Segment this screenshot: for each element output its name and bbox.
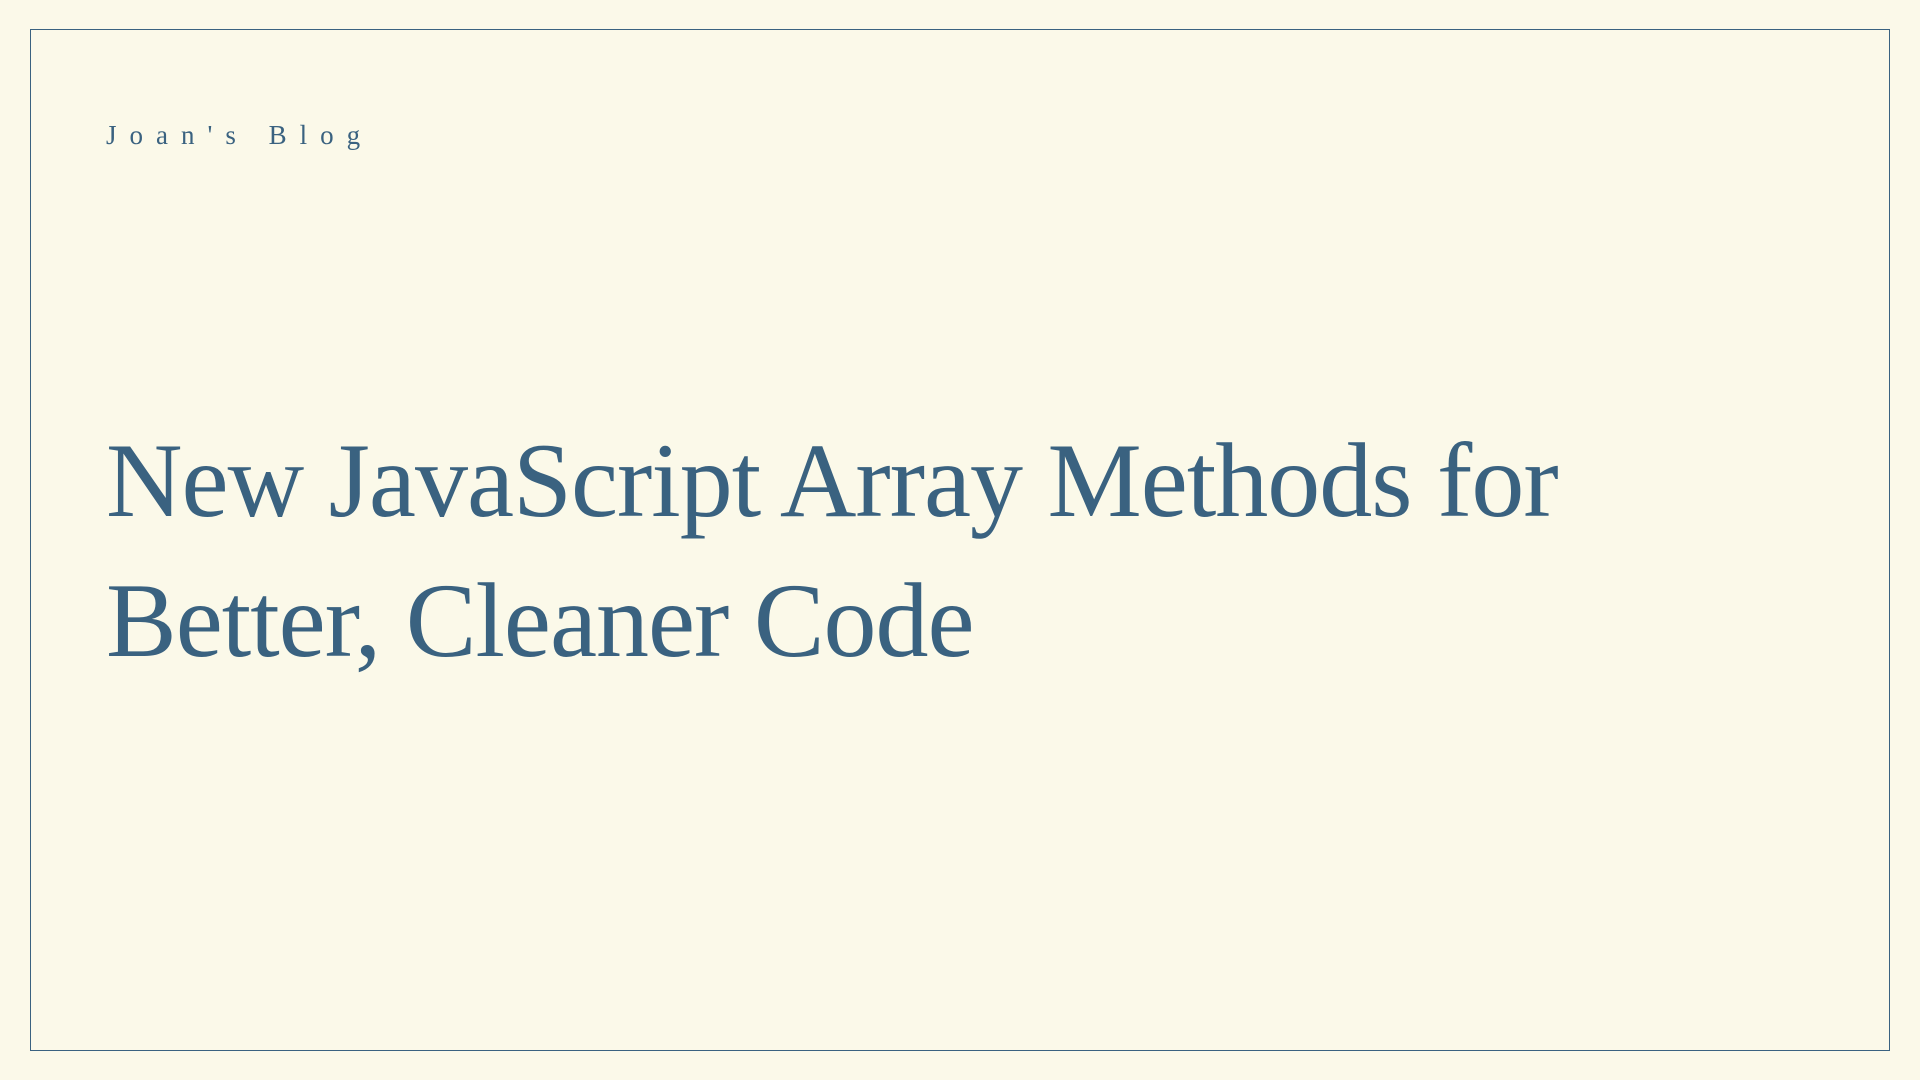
content-frame: Joan's Blog New JavaScript Array Methods… — [30, 29, 1890, 1051]
page-title: New JavaScript Array Methods for Better,… — [106, 411, 1814, 691]
blog-label: Joan's Blog — [106, 120, 1814, 151]
